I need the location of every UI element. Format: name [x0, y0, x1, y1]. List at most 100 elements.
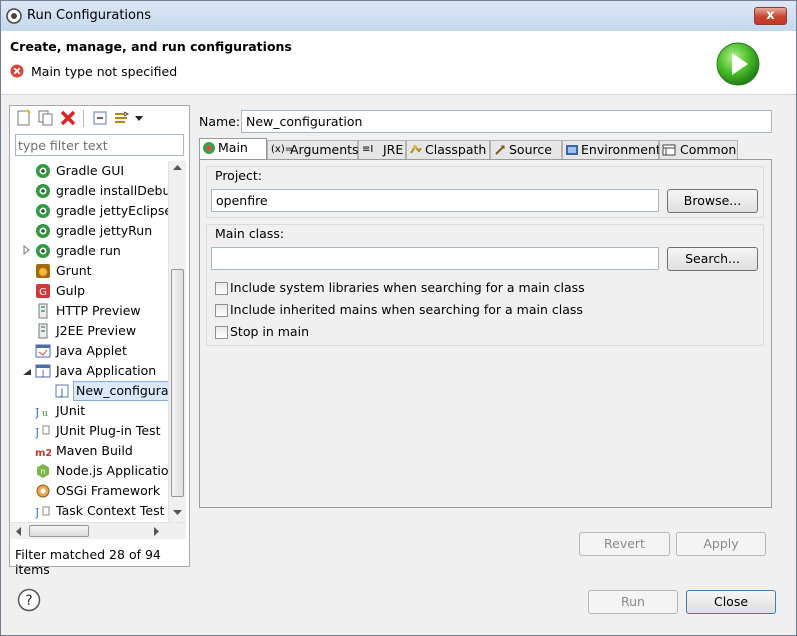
- apply-button[interactable]: Apply: [676, 532, 766, 556]
- browse-button[interactable]: Browse...: [667, 189, 758, 213]
- scroll-right-icon[interactable]: [154, 527, 160, 536]
- revert-button[interactable]: Revert: [579, 532, 670, 556]
- svg-text:n: n: [40, 467, 45, 476]
- tab-source[interactable]: Source: [490, 140, 562, 160]
- gradle-icon: [36, 164, 50, 178]
- arguments-icon: (x)=: [271, 144, 294, 155]
- gradle-icon: [36, 244, 50, 258]
- checkbox-box[interactable]: [215, 326, 228, 339]
- tree-vertical-scrollbar[interactable]: [168, 161, 186, 522]
- config-tabs: Main (x)= Arguments ≡Ι JRE Classpath Sou…: [199, 138, 772, 160]
- tab-environment[interactable]: Environment: [562, 140, 661, 160]
- gradle-icon: [36, 204, 50, 218]
- horizontal-scroll-thumb[interactable]: [29, 525, 89, 537]
- grunt-icon: [36, 264, 50, 278]
- configuration-tree-panel: type filter text Gradle GUI gradle insta…: [9, 105, 190, 577]
- tree-horizontal-scrollbar[interactable]: [10, 522, 186, 539]
- jre-icon: ≡Ι: [362, 144, 374, 155]
- filter-input[interactable]: type filter text: [15, 134, 184, 156]
- tree-item-label: gradle installDebug: [56, 183, 168, 198]
- tab-common[interactable]: Common: [659, 140, 738, 160]
- title-bar: Run Configurations x: [1, 1, 796, 31]
- scroll-up-icon[interactable]: [173, 164, 182, 170]
- error-icon: [10, 64, 24, 78]
- collapse-all-icon[interactable]: [91, 109, 109, 127]
- java-application-icon: J: [35, 364, 51, 378]
- tab-label: Classpath: [425, 142, 487, 157]
- tab-label: Main: [218, 140, 248, 155]
- main-tab-panel: Project: openfire Browse... Main class: …: [199, 159, 772, 508]
- tree-item-label: gradle jettyEclipseRun: [56, 203, 168, 218]
- tree-item-label: JUnit: [56, 403, 86, 418]
- http-preview-icon: [38, 303, 48, 319]
- junit-icon: Ju: [35, 406, 48, 419]
- scroll-down-icon[interactable]: [173, 510, 182, 516]
- tab-jre[interactable]: ≡Ι JRE: [358, 140, 406, 160]
- checkbox-label: Stop in main: [230, 324, 309, 339]
- environment-icon: [566, 145, 578, 155]
- main-class-group: Main class: Search... Include system lib…: [206, 224, 764, 346]
- vertical-scroll-thumb[interactable]: [171, 269, 184, 497]
- main-tab-icon: [203, 142, 215, 154]
- task-context-icon: J: [35, 506, 50, 519]
- tab-classpath[interactable]: Classpath: [406, 140, 490, 160]
- close-button[interactable]: Close: [686, 590, 776, 614]
- project-label: Project:: [215, 168, 262, 183]
- java-applet-icon: [35, 344, 51, 358]
- svg-text:u: u: [42, 409, 48, 419]
- main-class-field[interactable]: [211, 247, 659, 270]
- run-configurations-dialog: Run Configurations x Create, manage, and…: [0, 0, 797, 636]
- eclipse-icon: [6, 8, 22, 24]
- dialog-header: Create, manage, and run configurations M…: [1, 31, 796, 95]
- svg-text:G: G: [39, 287, 47, 298]
- project-field[interactable]: openfire: [211, 189, 659, 212]
- tab-main[interactable]: Main: [199, 138, 267, 160]
- checkbox-box[interactable]: [215, 304, 228, 317]
- tab-label: Common: [680, 142, 737, 157]
- tree-item-label: HTTP Preview: [56, 303, 141, 318]
- svg-text:J: J: [60, 388, 64, 398]
- classpath-icon: [410, 145, 422, 154]
- chevron-down-icon[interactable]: [133, 109, 145, 127]
- tree-item-label: Gradle GUI: [56, 163, 125, 178]
- svg-text:m2: m2: [35, 448, 51, 459]
- tab-label: Environment: [581, 142, 661, 157]
- checkbox-box[interactable]: [215, 282, 228, 295]
- search-button[interactable]: Search...: [667, 247, 758, 271]
- tree-item-label: gradle jettyRun: [56, 223, 153, 238]
- scroll-left-icon[interactable]: [15, 527, 21, 536]
- gulp-icon: G: [36, 284, 50, 298]
- tab-arguments[interactable]: (x)= Arguments: [267, 140, 359, 160]
- configuration-tree: Gradle GUI gradle installDebug gradle je…: [10, 161, 168, 521]
- tree-item-label: Java Application: [56, 363, 157, 378]
- svg-text:J: J: [35, 406, 39, 419]
- delete-icon[interactable]: [59, 109, 77, 127]
- tree-item-label: J2EE Preview: [56, 323, 137, 338]
- tree-item-label: Gulp: [56, 283, 86, 298]
- collapse-arrow-icon[interactable]: [22, 368, 32, 376]
- expand-arrow-icon[interactable]: [23, 245, 31, 255]
- name-field[interactable]: New_configuration: [241, 110, 772, 133]
- tree-item-label: Task Context Test: [56, 503, 165, 518]
- run-button[interactable]: Run: [588, 590, 678, 614]
- tab-label: JRE: [383, 142, 404, 157]
- tree-item-label: Maven Build: [56, 443, 133, 458]
- j2ee-preview-icon: [38, 323, 48, 339]
- junit-plugin-icon: J: [35, 425, 50, 439]
- help-icon[interactable]: ?: [17, 588, 41, 612]
- source-icon: [495, 145, 505, 155]
- duplicate-icon[interactable]: [37, 109, 55, 127]
- name-label: Name:: [199, 114, 241, 129]
- window-close-button[interactable]: x: [754, 7, 787, 25]
- gradle-icon: [36, 184, 50, 198]
- common-icon: [662, 144, 676, 156]
- checkbox-label: Include inherited mains when searching f…: [230, 302, 583, 317]
- filter-icon[interactable]: [113, 109, 131, 127]
- main-class-label: Main class:: [215, 226, 285, 241]
- project-group: Project: openfire Browse...: [206, 166, 764, 218]
- tree-item-label: New_configuration: [73, 381, 168, 401]
- nodejs-icon: n: [37, 464, 49, 478]
- maven-icon: m2: [35, 448, 51, 459]
- new-configuration-icon[interactable]: [15, 109, 33, 127]
- tree-item-label: Java Applet: [56, 343, 127, 358]
